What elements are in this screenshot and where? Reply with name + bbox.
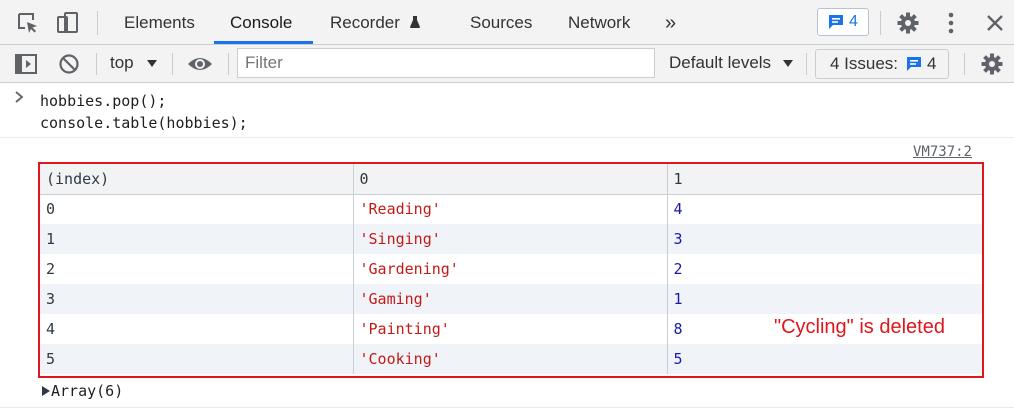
row-index-cell: 2: [40, 254, 354, 284]
hobby-value-cell: 5: [673, 350, 683, 368]
toolbar-divider: [228, 53, 229, 75]
table-row: 2 'Gardening' 2: [40, 254, 982, 284]
table-row: 5 'Cooking' 5: [40, 344, 982, 374]
console-settings-gear-icon[interactable]: [979, 51, 1005, 77]
issues-button[interactable]: 4 Issues: 4: [815, 49, 949, 79]
hobby-name-cell: 'Gardening': [353, 254, 668, 284]
hobby-name-cell: 'Singing': [353, 224, 668, 254]
hobby-name-cell: 'Gaming': [353, 284, 668, 314]
close-icon[interactable]: [982, 10, 1008, 36]
tab-sources[interactable]: Sources: [470, 0, 532, 44]
table-header-row: (index) 0 1: [40, 164, 982, 194]
message-icon: [907, 57, 921, 71]
toolbar-divider: [96, 53, 97, 75]
tab-recorder[interactable]: Recorder: [330, 0, 421, 44]
messages-badge[interactable]: 4: [817, 8, 869, 36]
messages-count: 4: [849, 13, 858, 30]
hobby-value-cell: 2: [673, 260, 683, 278]
console-input-line-1: hobbies.pop();: [40, 92, 167, 110]
source-location-link[interactable]: VM737:2: [913, 144, 972, 160]
array-summary[interactable]: Array(6): [41, 382, 123, 400]
tab-recorder-label: Recorder: [330, 13, 400, 32]
row-index-cell: 3: [40, 284, 354, 314]
context-selector[interactable]: top: [110, 53, 158, 73]
hobby-value-cell: 1: [673, 290, 683, 308]
kebab-menu-icon[interactable]: [938, 10, 964, 36]
table-row: 3 'Gaming' 1: [40, 284, 982, 314]
hobby-value-cell: 3: [673, 230, 683, 248]
console-table: (index) 0 1 0 'Reading' 4 1 'Singing' 3 …: [40, 164, 982, 374]
annotation-text: "Cycling" is deleted: [774, 316, 945, 338]
filter-input[interactable]: [237, 48, 655, 78]
row-index-cell: 1: [40, 224, 354, 254]
table-row: 0 'Reading' 4: [40, 194, 982, 224]
more-tabs-button[interactable]: »: [665, 0, 676, 44]
tab-console[interactable]: Console: [230, 0, 292, 44]
column-header-0[interactable]: 0: [353, 164, 668, 194]
console-input-line-2: console.table(hobbies);: [40, 114, 248, 132]
recorder-flask-icon: [409, 16, 420, 28]
console-entry-divider: [0, 407, 1014, 408]
active-tab-indicator: [214, 41, 313, 44]
dropdown-arrow-icon: [782, 60, 793, 67]
tab-network[interactable]: Network: [568, 0, 630, 44]
column-header-index[interactable]: (index): [40, 164, 354, 194]
prompt-chevron-icon: [15, 91, 24, 103]
issues-count: 4: [927, 54, 937, 73]
console-entry-divider: [0, 137, 1014, 138]
tab-elements[interactable]: Elements: [124, 0, 195, 44]
log-levels-label: Default levels: [669, 53, 772, 72]
console-toolbar: top Default levels 4 Issues: 4: [0, 45, 1014, 83]
dropdown-arrow-icon: [147, 60, 158, 67]
hobby-name-cell: 'Cooking': [353, 344, 668, 374]
expand-triangle-icon: [42, 386, 50, 396]
context-label: top: [110, 53, 134, 72]
log-levels-dropdown[interactable]: Default levels: [669, 53, 794, 73]
column-header-1[interactable]: 1: [667, 164, 982, 194]
devtools-tab-bar: Elements Console Recorder Sources Networ…: [0, 0, 1014, 45]
clear-console-icon[interactable]: [58, 53, 80, 75]
row-index-cell: 4: [40, 314, 354, 344]
hobby-value-cell: 4: [673, 200, 683, 219]
toolbar-divider: [880, 11, 881, 35]
sidebar-toggle-icon[interactable]: [14, 53, 38, 75]
toolbar-divider: [806, 53, 807, 75]
row-index-cell: 5: [40, 344, 354, 374]
message-icon: [829, 15, 843, 29]
settings-gear-icon[interactable]: [895, 10, 921, 36]
array-summary-label: Array(6): [51, 382, 124, 400]
device-toolbar-icon[interactable]: [55, 10, 81, 36]
row-index-cell: 0: [40, 194, 354, 224]
toolbar-divider: [964, 53, 965, 75]
issues-label: 4 Issues:: [830, 54, 899, 73]
eye-icon[interactable]: [187, 54, 213, 74]
toolbar-divider: [172, 53, 173, 75]
inspect-element-icon[interactable]: [15, 10, 41, 36]
toolbar-divider: [97, 11, 98, 35]
hobby-name-cell: 'Reading': [353, 194, 668, 224]
table-row: 1 'Singing' 3: [40, 224, 982, 254]
hobby-name-cell: 'Painting': [353, 314, 668, 344]
